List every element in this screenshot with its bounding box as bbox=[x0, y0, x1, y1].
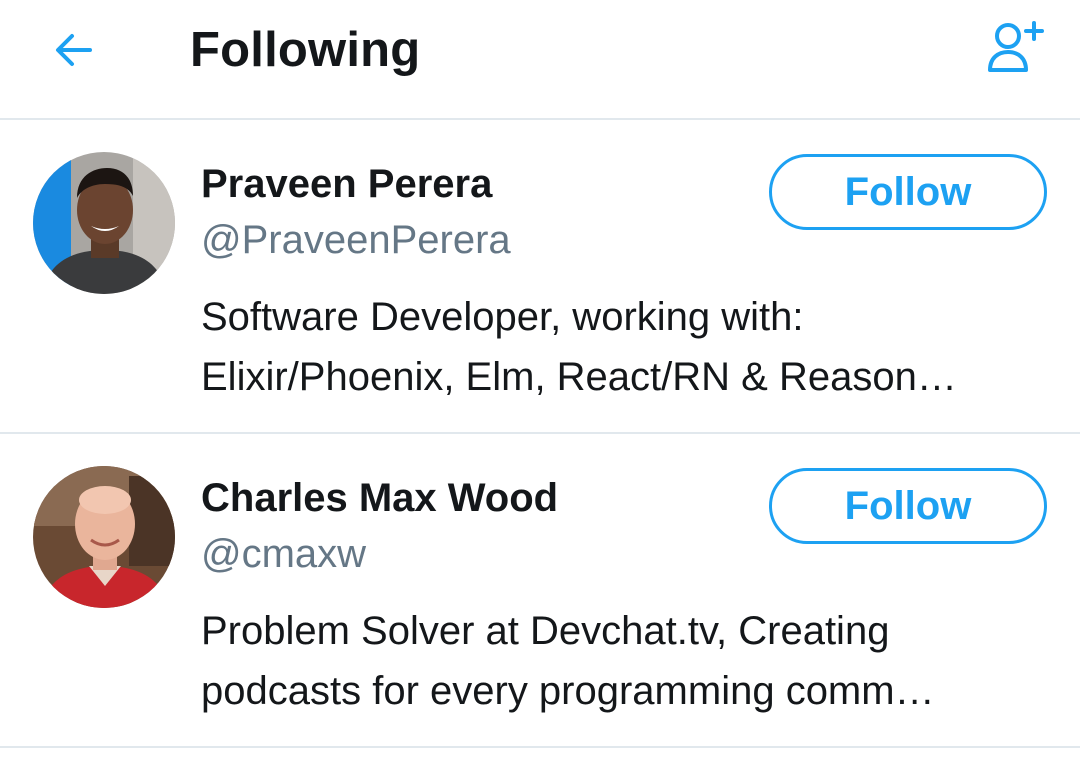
bio-line: Problem Solver at Devchat.tv, Creating bbox=[201, 609, 890, 653]
follow-button[interactable]: Follow bbox=[769, 468, 1047, 544]
bio-line: Software Developer, working with: bbox=[201, 295, 804, 339]
user-name: Praveen Perera bbox=[201, 162, 493, 206]
avatar[interactable] bbox=[33, 466, 175, 608]
user-list-item[interactable]: Praveen Perera @PraveenPerera Software D… bbox=[0, 120, 1080, 434]
add-user-icon bbox=[988, 21, 1044, 72]
user-bio: Problem Solver at Devchat.tv, Creating p… bbox=[201, 601, 1041, 721]
page-title: Following bbox=[190, 23, 421, 77]
user-name: Charles Max Wood bbox=[201, 476, 559, 520]
user-handle: @cmaxw bbox=[201, 532, 367, 576]
user-handle: @PraveenPerera bbox=[201, 218, 511, 262]
follow-button[interactable]: Follow bbox=[769, 154, 1047, 230]
avatar[interactable] bbox=[33, 152, 175, 294]
top-app-bar: Following bbox=[0, 0, 1080, 120]
bio-line: podcasts for every programming comm… bbox=[201, 669, 935, 713]
arrow-left-icon bbox=[56, 34, 92, 66]
add-user-button[interactable] bbox=[978, 12, 1058, 82]
user-list-item[interactable]: Charles Max Wood @cmaxw Problem Solver a… bbox=[0, 434, 1080, 748]
user-bio: Software Developer, working with: Elixir… bbox=[201, 287, 1041, 407]
back-button[interactable] bbox=[44, 20, 104, 80]
bio-line: Elixir/Phoenix, Elm, React/RN & Reason… bbox=[201, 355, 957, 399]
